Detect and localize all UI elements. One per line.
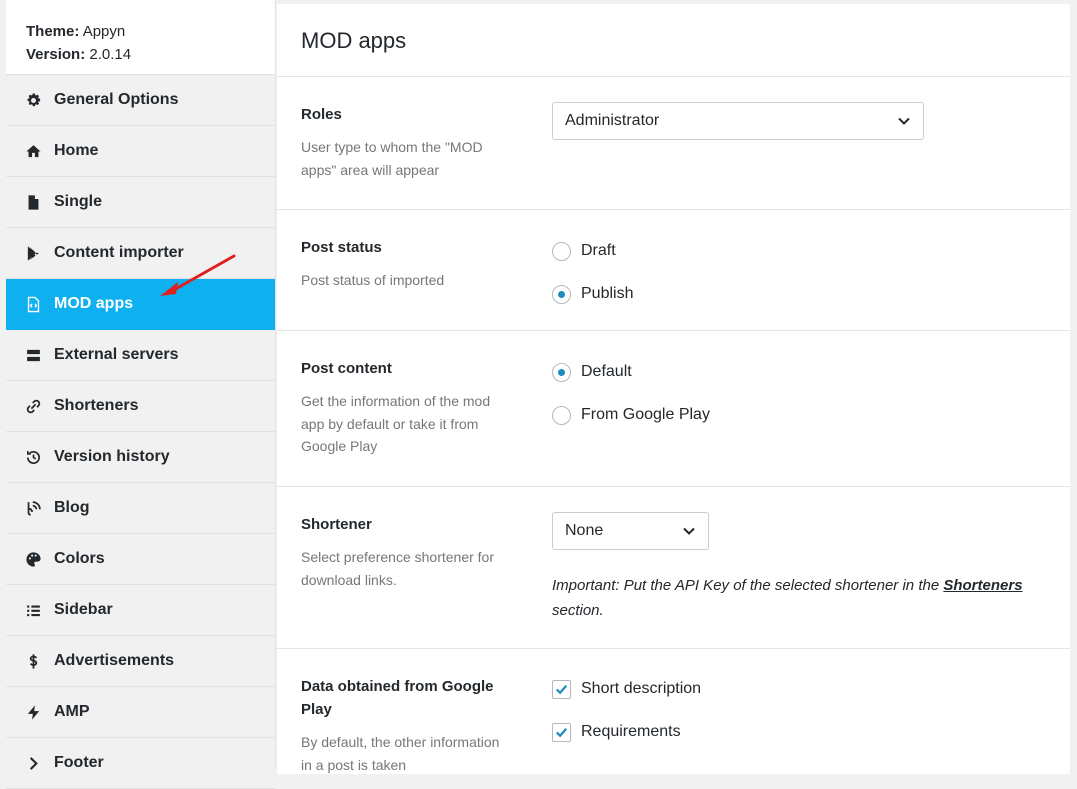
sidebar-item-amp[interactable]: AMP	[6, 687, 275, 738]
sidebar-item-sidebar[interactable]: Sidebar	[6, 585, 275, 636]
sidebar-item-label: Blog	[54, 499, 90, 516]
radio-google-play[interactable]	[552, 405, 571, 425]
radio-draft[interactable]	[552, 241, 571, 261]
sidebar-item-label: MOD apps	[54, 295, 134, 312]
home-icon	[24, 142, 42, 160]
post-content-desc: Get the information of the mod app by de…	[301, 393, 491, 454]
sidebar-item-label: External servers	[54, 346, 179, 363]
post-status-title: Post status	[301, 239, 382, 256]
roles-select[interactable]: Administrator	[552, 102, 924, 140]
gear-icon	[24, 91, 42, 109]
chevron-down-icon	[683, 527, 695, 535]
post-content-row: Post content Get the information of the …	[277, 331, 1070, 487]
bolt-icon	[24, 703, 42, 721]
radio-label: From Google Play	[581, 406, 710, 423]
sidebar-item-label: Content importer	[54, 244, 184, 261]
sidebar-item-advertisements[interactable]: Advertisements	[6, 636, 275, 687]
checkbox-label: Short description	[581, 680, 702, 697]
checkbox-short-description[interactable]	[552, 679, 571, 699]
shorteners-link[interactable]: Shorteners	[943, 577, 1022, 594]
checkmark-icon	[556, 684, 568, 694]
sidebar-item-shorteners[interactable]: Shorteners	[6, 381, 275, 432]
sidebar-item-label: Single	[54, 193, 103, 210]
main-panel: MOD apps Roles User type to whom the "MO…	[277, 4, 1070, 774]
sidebar-item-label: Colors	[54, 550, 105, 567]
shortener-title: Shortener	[301, 516, 372, 533]
sidebar-item-mod-apps[interactable]: MOD apps	[6, 279, 275, 330]
sidebar-item-label: General Options	[54, 91, 179, 108]
post-content-default-option[interactable]: Default	[552, 362, 710, 382]
sidebar-item-blog[interactable]: Blog	[6, 483, 275, 534]
version-line: Version: 2.0.14	[26, 46, 132, 63]
shortener-desc: Select preference shortener for download…	[301, 549, 494, 588]
blog-icon	[24, 499, 42, 517]
shortener-select[interactable]: None	[552, 512, 709, 550]
palette-icon	[24, 550, 42, 568]
roles-title: Roles	[301, 106, 342, 123]
data-google-play-row: Data obtained from Google Play By defaul…	[277, 649, 1070, 789]
sidebar-item-label: Shorteners	[54, 397, 139, 414]
sidebar-item-content-importer[interactable]: Content importer	[6, 228, 275, 279]
sidebar-item-single[interactable]: Single	[6, 177, 275, 228]
sidebar-item-version-history[interactable]: Version history	[6, 432, 275, 483]
post-status-desc: Post status of imported	[301, 272, 445, 288]
server-icon	[24, 346, 42, 364]
sidebar-item-label: Advertisements	[54, 652, 175, 669]
sidebar-item-label: Footer	[54, 754, 104, 771]
sidebar-item-footer[interactable]: Footer	[6, 738, 275, 789]
sidebar-item-label: Sidebar	[54, 601, 113, 618]
radio-label: Publish	[581, 285, 634, 302]
roles-row: Roles User type to whom the "MOD apps" a…	[277, 77, 1070, 210]
radio-label: Draft	[581, 242, 616, 259]
history-icon	[24, 448, 42, 466]
radio-publish[interactable]	[552, 284, 571, 304]
short-description-option[interactable]: Short description	[552, 679, 701, 699]
roles-desc: User type to whom the "MOD apps" area wi…	[301, 139, 483, 178]
checkmark-icon	[556, 727, 568, 737]
radio-default[interactable]	[552, 362, 571, 382]
sidebar-item-label: AMP	[54, 703, 90, 720]
requirements-option[interactable]: Requirements	[552, 722, 701, 742]
radio-label: Default	[581, 363, 632, 380]
link-icon	[24, 397, 42, 415]
sidebar: Theme: Appyn Version: 2.0.14 General Opt…	[6, 0, 276, 789]
chevron-right-icon	[24, 754, 42, 772]
theme-info: Theme: Appyn Version: 2.0.14	[6, 0, 275, 75]
shortener-row: Shortener Select preference shortener fo…	[277, 487, 1070, 649]
chevron-down-icon	[898, 117, 910, 125]
note-suffix: section.	[552, 602, 604, 619]
roles-selected-value: Administrator	[565, 112, 660, 129]
sidebar-item-colors[interactable]: Colors	[6, 534, 275, 585]
post-status-draft-option[interactable]: Draft	[552, 241, 633, 261]
page-title: MOD apps	[277, 4, 1070, 77]
shortener-note: Important: Put the API Key of the select…	[552, 573, 1052, 623]
post-content-title: Post content	[301, 360, 392, 377]
theme-line: Theme: Appyn	[26, 23, 126, 40]
sidebar-item-external-servers[interactable]: External servers	[6, 330, 275, 381]
checkbox-requirements[interactable]	[552, 722, 571, 742]
post-content-google-play-option[interactable]: From Google Play	[552, 405, 710, 425]
data-gp-title: Data obtained from Google Play	[301, 678, 494, 718]
play-store-icon	[24, 244, 42, 262]
file-icon	[24, 193, 42, 211]
sidebar-item-label: Version history	[54, 448, 170, 465]
checkbox-label: Requirements	[581, 723, 681, 740]
list-icon	[24, 601, 42, 619]
post-status-row: Post status Post status of imported Draf…	[277, 210, 1070, 331]
sidebar-item-label: Home	[54, 142, 99, 159]
sidebar-item-general-options[interactable]: General Options	[6, 75, 275, 126]
sidebar-item-home[interactable]: Home	[6, 126, 275, 177]
post-status-publish-option[interactable]: Publish	[552, 284, 633, 304]
dollar-icon	[24, 652, 42, 670]
sidebar-nav: General Options Home Single Content impo…	[6, 75, 275, 789]
note-text: Important: Put the API Key of the select…	[552, 577, 940, 594]
shortener-selected-value: None	[565, 522, 604, 539]
code-file-icon	[24, 295, 42, 313]
data-gp-desc: By default, the other information in a p…	[301, 734, 500, 773]
